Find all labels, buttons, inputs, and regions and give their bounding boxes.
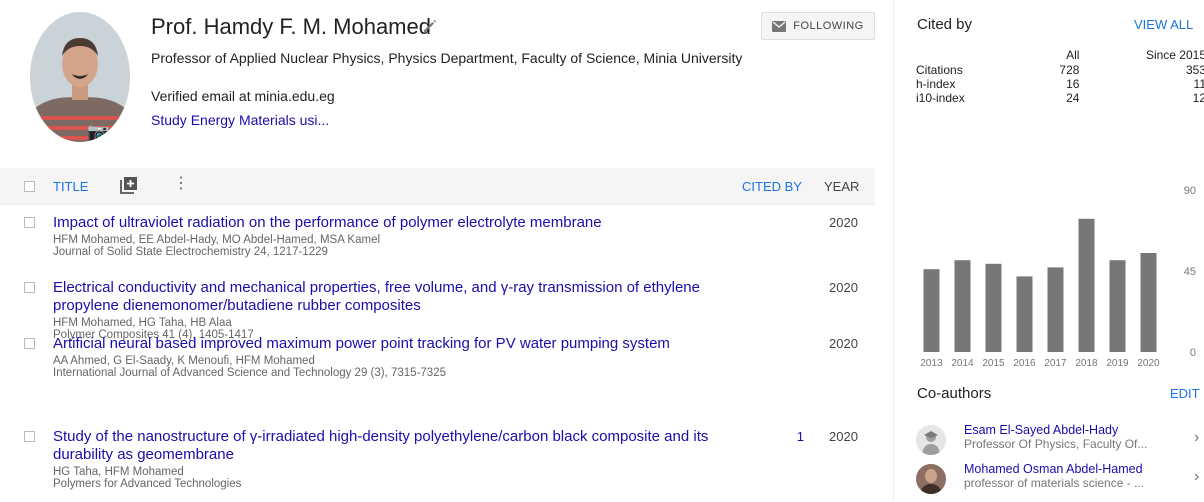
article-title-link[interactable]: Study of the nanostructure of γ-irradiat… [53, 428, 743, 464]
citations-chart-svg: 0 45 90 2013 2014 2015 2016 2017 2018 2019 2020 [920, 185, 1196, 369]
metric-all: 24 [1066, 91, 1080, 105]
x-tick-label: 2015 [982, 358, 1005, 369]
mail-icon [772, 20, 787, 32]
x-tick-label: 2013 [920, 358, 943, 369]
metric-all: 728 [1059, 63, 1080, 77]
metric-since: 11 [1193, 77, 1204, 91]
stats-col-all[interactable]: All [1027, 47, 1079, 63]
metric-since: 353 [1185, 63, 1204, 77]
chart-bar-2013[interactable] [923, 269, 940, 352]
article-authors: HFM Mohamed, HG Taha, HB Alaa [53, 317, 232, 329]
following-label: FOLLOWING [793, 20, 864, 32]
article-year: 2020 [829, 215, 858, 230]
coauthor-name[interactable]: Mohamed Osman Abdel-Hamed [964, 462, 1143, 476]
camera-icon[interactable]: 📷 [87, 122, 109, 142]
article-year: 2020 [829, 429, 858, 444]
article-cited-count[interactable]: 1 [780, 429, 804, 444]
coauthor-avatar [916, 464, 946, 494]
y-tick-label: 45 [1184, 266, 1196, 278]
avatar-portrait [30, 12, 130, 142]
stats-row: h-index 16 11 [916, 77, 1204, 91]
coauthor-photo [916, 464, 946, 494]
x-tick-label: 2020 [1137, 358, 1160, 369]
profile-main: 📷 Prof. Hamdy F. M. Mohamed Professor of… [0, 0, 893, 501]
profile-name: Prof. Hamdy F. M. Mohamed [151, 14, 431, 39]
x-tick-label: 2019 [1106, 358, 1129, 369]
article-authors: AA Ahmed, G El-Saady, K Menoufi, HFM Moh… [53, 355, 315, 367]
article-venue: Polymers for Advanced Technologies [53, 478, 242, 490]
view-all-link[interactable]: VIEW ALL [1134, 17, 1193, 32]
profile-affiliation: Professor of Applied Nuclear Physics, Ph… [151, 50, 743, 66]
article-title-link[interactable]: Artificial neural based improved maximum… [53, 335, 743, 353]
metric-all: 16 [1066, 77, 1080, 91]
row-checkbox[interactable] [24, 431, 35, 442]
stats-col-since[interactable]: Since 2015 [1079, 47, 1204, 63]
article-venue: International Journal of Advanced Scienc… [53, 367, 446, 379]
table-header: TITLE ⋮ CITED BY YEAR [0, 168, 875, 205]
stats-row: Citations 728 353 [916, 63, 1204, 77]
coauthor-item[interactable]: Mohamed Osman Abdel-Hamed professor of m… [916, 462, 1204, 502]
coauthors-title: Co-authors [917, 385, 992, 402]
coauthor-affiliation: Professor Of Physics, Faculty Of... [964, 437, 1148, 451]
x-tick-label: 2017 [1044, 358, 1067, 369]
chart-bar-2020[interactable] [1140, 253, 1157, 352]
article-authors: HG Taha, HFM Mohamed [53, 466, 184, 478]
y-tick-label: 0 [1190, 347, 1196, 359]
citation-stats-table: All Since 2015 Citations 728 353 h-index… [916, 47, 1204, 105]
coauthor-name[interactable]: Esam El-Sayed Abdel-Hady [964, 423, 1118, 437]
chart-bar-2018[interactable] [1078, 218, 1095, 352]
article-year: 2020 [829, 336, 858, 351]
article-venue: Journal of Solid State Electrochemistry … [53, 246, 328, 258]
coauthor-item[interactable]: Esam El-Sayed Abdel-Hady Professor Of Ph… [916, 423, 1204, 463]
sidebar: Cited by VIEW ALL All Since 2015 Citatio… [893, 0, 1204, 501]
default-avatar-icon [916, 425, 946, 455]
stats-corner [916, 47, 1027, 63]
x-tick-label: 2016 [1013, 358, 1036, 369]
chart-bar-2017[interactable] [1047, 267, 1064, 352]
row-checkbox[interactable] [24, 282, 35, 293]
metric-label[interactable]: h-index [916, 77, 1027, 91]
chart-bar-2015[interactable] [985, 263, 1002, 352]
metric-label[interactable]: Citations [916, 63, 1027, 77]
more-vert-icon[interactable]: ⋮ [173, 176, 189, 192]
coauthor-avatar [916, 425, 946, 455]
profile-email: Verified email at minia.edu.eg [151, 88, 335, 104]
chevron-right-icon[interactable]: › [1194, 468, 1199, 486]
profile-avatar[interactable]: 📷 [30, 12, 130, 142]
chart-bar-2019[interactable] [1109, 260, 1126, 352]
metric-label[interactable]: i10-index [916, 91, 1027, 105]
sort-year-header[interactable]: YEAR [824, 179, 859, 194]
edit-coauthors-link[interactable]: EDIT [1170, 386, 1200, 401]
chart-bar-2014[interactable] [954, 260, 971, 352]
chart-bar-2016[interactable] [1016, 276, 1033, 352]
x-tick-label: 2014 [951, 358, 974, 369]
article-year: 2020 [829, 280, 858, 295]
metric-since: 12 [1192, 91, 1204, 105]
article-title-link[interactable]: Impact of ultraviolet radiation on the p… [53, 214, 743, 232]
sort-cited-by-header[interactable]: CITED BY [742, 179, 802, 194]
row-checkbox[interactable] [24, 338, 35, 349]
sort-title-header[interactable]: TITLE [53, 179, 88, 194]
coauthor-affiliation: professor of materials science - ... [964, 476, 1145, 490]
research-interest-link[interactable]: Study Energy Materials usi... [151, 112, 329, 128]
row-checkbox[interactable] [24, 217, 35, 228]
y-tick-label: 90 [1184, 185, 1196, 197]
chevron-right-icon[interactable]: › [1194, 429, 1199, 447]
following-button[interactable]: FOLLOWING [761, 12, 875, 40]
add-article-icon[interactable] [120, 176, 138, 194]
edit-pencil-icon[interactable] [422, 18, 438, 34]
article-authors: HFM Mohamed, EE Abdel-Hady, MO Abdel-Ham… [53, 234, 381, 246]
stats-row: i10-index 24 12 [916, 91, 1204, 105]
article-title-link[interactable]: Electrical conductivity and mechanical p… [53, 279, 743, 315]
citations-chart: 0 45 90 2013 2014 2015 2016 2017 2018 2019 2020 [894, 150, 1204, 380]
select-all-checkbox[interactable] [24, 181, 35, 192]
cited-by-title: Cited by [917, 16, 973, 33]
x-tick-label: 2018 [1075, 358, 1098, 369]
